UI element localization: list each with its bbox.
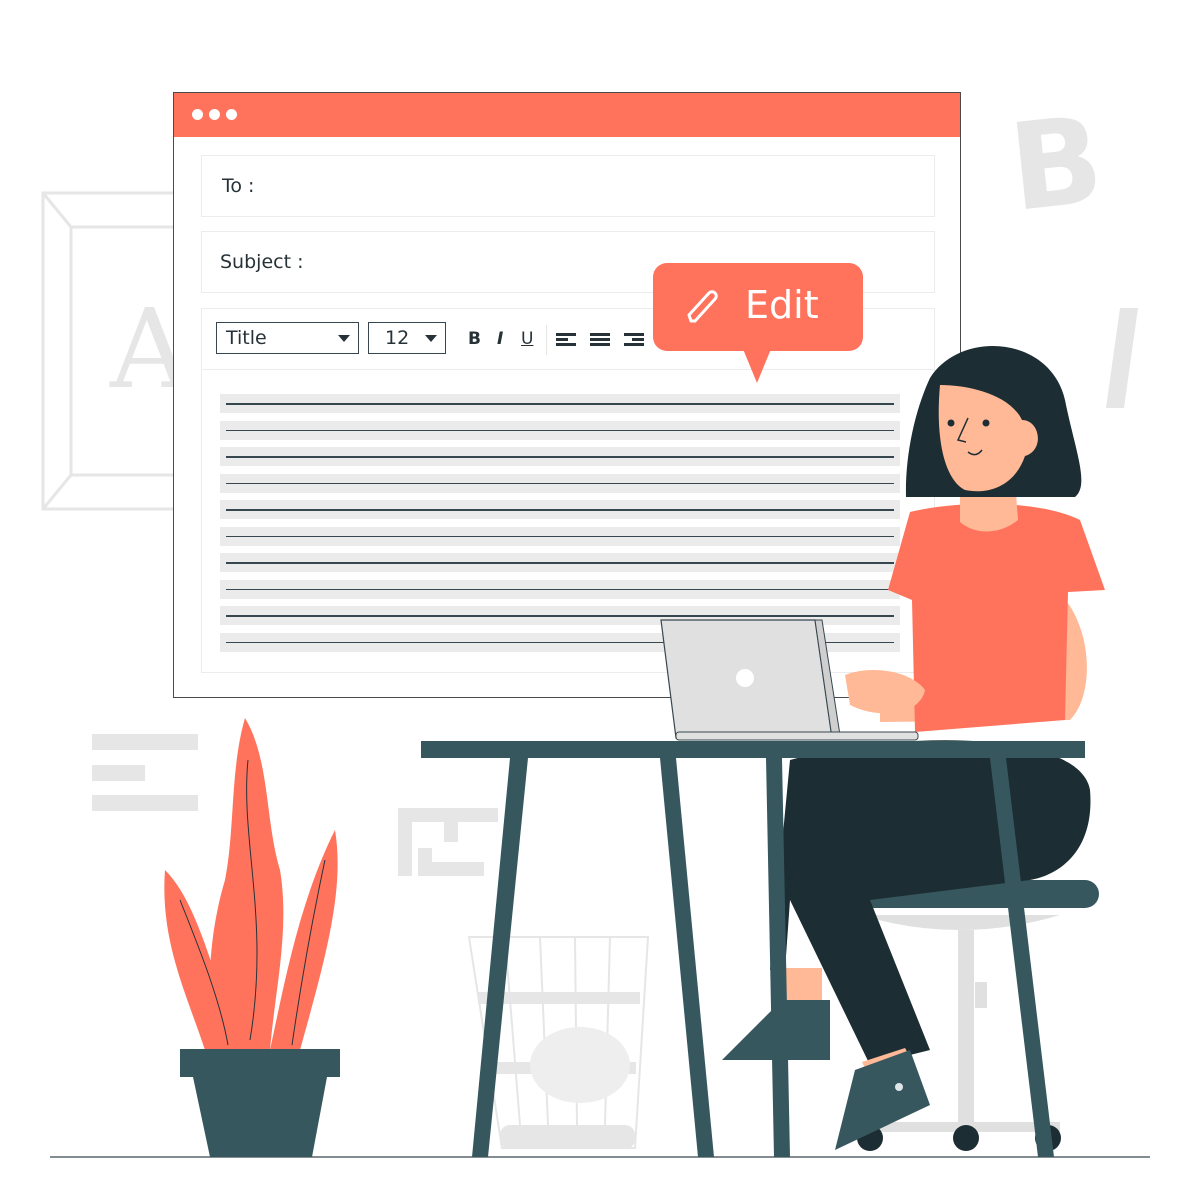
character-illustration <box>164 346 1105 1157</box>
edit-label: Edit <box>745 283 819 327</box>
laptop-logo-icon <box>736 669 754 687</box>
plant-pot <box>180 1049 340 1157</box>
plant <box>164 718 338 1050</box>
pencil-icon <box>687 290 718 323</box>
edit-button[interactable]: Edit <box>653 263 863 383</box>
